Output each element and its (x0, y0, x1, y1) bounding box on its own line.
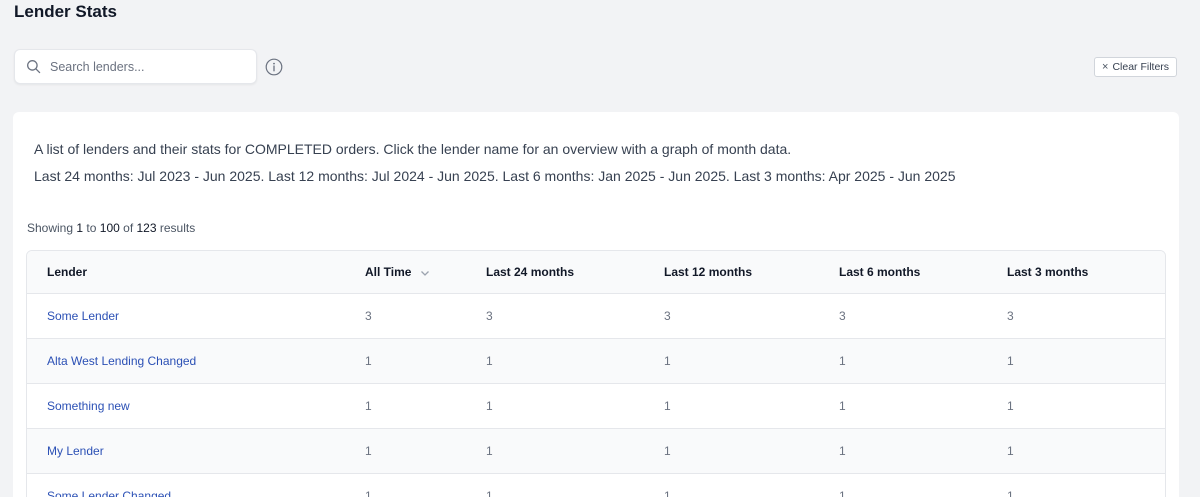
last-3-months-cell: 3 (987, 293, 1165, 339)
table-row: Alta West Lending Changed 1 1 1 1 1 (27, 338, 1165, 384)
all-time-cell: 3 (345, 293, 466, 339)
all-time-cell: 1 (345, 473, 466, 497)
table-row: My Lender 1 1 1 1 1 (27, 428, 1165, 474)
info-icon[interactable] (265, 58, 283, 76)
page: Lender Stats × Clear Filters A list of l… (0, 0, 1200, 497)
last-12-months-cell: 1 (644, 383, 819, 429)
last-6-months-cell: 1 (819, 338, 987, 384)
column-header-last-6-months[interactable]: Last 6 months (819, 251, 987, 294)
page-title: Lender Stats (14, 2, 117, 21)
column-header-last-12-months[interactable]: Last 12 months (644, 251, 819, 294)
lender-link[interactable]: Some Lender Changed (47, 489, 171, 497)
last-6-months-cell: 1 (819, 428, 987, 474)
column-header-all-time[interactable]: All Time (345, 251, 466, 294)
lender-link[interactable]: Some Lender (47, 309, 119, 323)
close-icon: × (1102, 60, 1109, 73)
search-icon (26, 59, 42, 75)
all-time-cell: 1 (345, 338, 466, 384)
column-header-last-3-months[interactable]: Last 3 months (987, 251, 1165, 294)
last-6-months-cell: 1 (819, 383, 987, 429)
last-24-months-cell: 3 (466, 293, 644, 339)
clear-filters-label: Clear Filters (1112, 61, 1170, 73)
lender-link[interactable]: Alta West Lending Changed (47, 354, 196, 368)
results-summary: Showing 1 to 100 of 123 results (27, 221, 196, 235)
table-row: Some Lender 3 3 3 3 3 (27, 293, 1165, 339)
chevron-down-icon (420, 267, 430, 277)
last-3-months-cell: 1 (987, 383, 1165, 429)
lender-table-container: Lender All Time Last 24 months Last 12 m… (26, 250, 1166, 497)
lender-table: Lender All Time Last 24 months Last 12 m… (27, 251, 1165, 497)
last-12-months-cell: 3 (644, 293, 819, 339)
lender-link[interactable]: My Lender (47, 444, 104, 458)
table-header-row: Lender All Time Last 24 months Last 12 m… (27, 251, 1165, 294)
lender-stats-card: A list of lenders and their stats for CO… (13, 112, 1179, 497)
lender-link[interactable]: Something new (47, 399, 130, 413)
all-time-cell: 1 (345, 428, 466, 474)
last-6-months-cell: 3 (819, 293, 987, 339)
search-box[interactable] (14, 49, 257, 84)
last-12-months-cell: 1 (644, 428, 819, 474)
last-3-months-cell: 1 (987, 473, 1165, 497)
last-12-months-cell: 1 (644, 473, 819, 497)
column-header-lender[interactable]: Lender (27, 251, 345, 294)
column-header-last-24-months[interactable]: Last 24 months (466, 251, 644, 294)
table-row: Something new 1 1 1 1 1 (27, 383, 1165, 429)
last-3-months-cell: 1 (987, 338, 1165, 384)
table-row: Some Lender Changed 1 1 1 1 1 (27, 473, 1165, 497)
clear-filters-button[interactable]: × Clear Filters (1094, 57, 1178, 77)
description-text: A list of lenders and their stats for CO… (34, 141, 792, 157)
all-time-cell: 1 (345, 383, 466, 429)
last-6-months-cell: 1 (819, 473, 987, 497)
last-24-months-cell: 1 (466, 383, 644, 429)
last-12-months-cell: 1 (644, 338, 819, 384)
last-24-months-cell: 1 (466, 473, 644, 497)
last-24-months-cell: 1 (466, 338, 644, 384)
last-3-months-cell: 1 (987, 428, 1165, 474)
last-24-months-cell: 1 (466, 428, 644, 474)
date-ranges-text: Last 24 months: Jul 2023 - Jun 2025. Las… (34, 168, 956, 184)
search-input[interactable] (50, 51, 240, 82)
